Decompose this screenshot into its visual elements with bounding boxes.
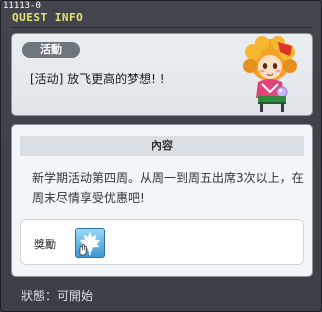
content-header: 內容 <box>20 136 304 156</box>
quest-status: 狀態：可開始 <box>21 289 94 303</box>
title-divider <box>11 27 311 28</box>
maple-leaf-box-icon[interactable] <box>75 228 105 258</box>
category-badge: 活動 <box>22 42 80 58</box>
quest-id: 11113-0 <box>3 1 41 11</box>
quest-name: [活动] 放飞更高的梦想! ! <box>30 72 165 86</box>
npc-portrait-icon <box>243 36 297 112</box>
window-title: QUEST INFO <box>12 11 84 24</box>
quest-description: 新学期活动第四周。从周一到周五出席3次以上，在周末尽情享受优惠吧! <box>32 171 304 205</box>
quest-detail-panel: 內容 新学期活动第四周。从周一到周五出席3次以上，在周末尽情享受优惠吧! 獎勵 <box>11 124 313 277</box>
reward-label: 獎勵 <box>34 238 56 251</box>
reward-box: 獎勵 <box>20 219 304 265</box>
quest-info-window: 11113-0 QUEST INFO 活動 [活动] 放飞更高的梦想! ! 內容… <box>0 0 322 312</box>
quest-summary-panel: 活動 [活动] 放飞更高的梦想! ! <box>11 33 313 116</box>
